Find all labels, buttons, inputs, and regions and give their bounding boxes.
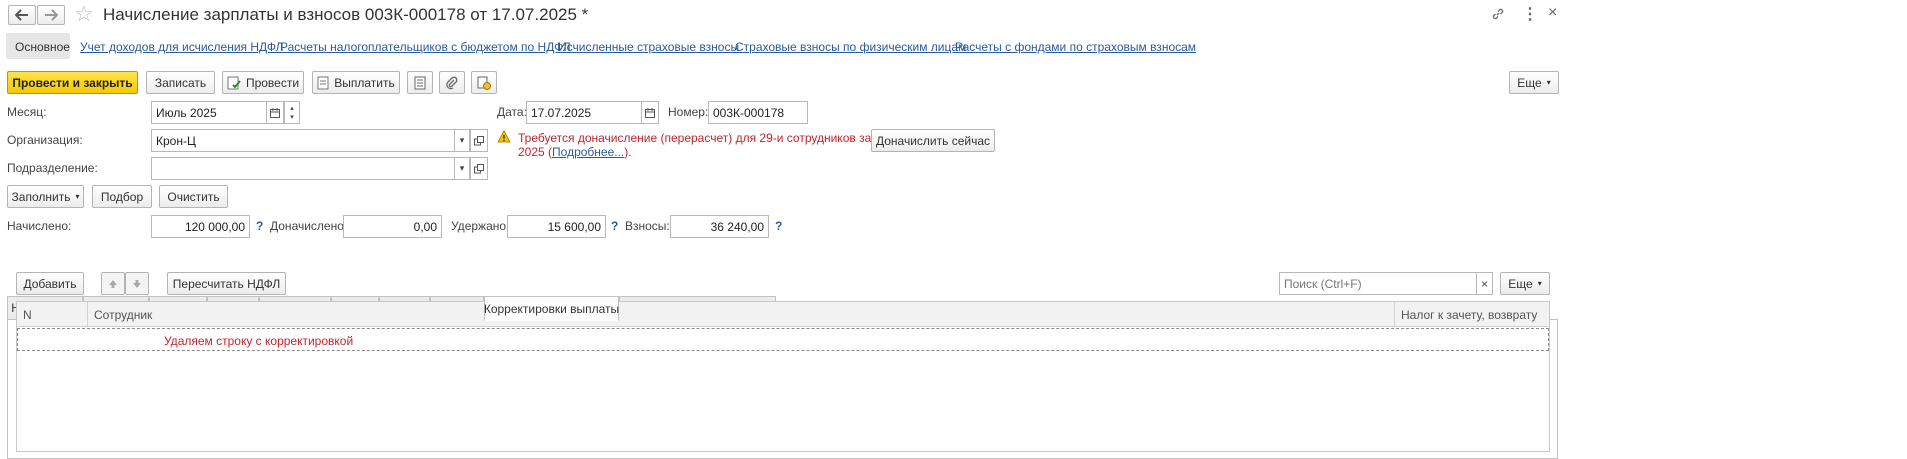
open-form-icon [474,135,484,145]
report-button[interactable] [407,71,433,94]
warning-icon [497,129,511,146]
report-icon [414,76,426,89]
back-button[interactable] [8,5,36,25]
forward-button[interactable] [37,5,65,25]
chevron-down-icon: ▾ [1537,279,1542,288]
accrued-label: Начислено: [7,219,72,233]
favorite-star-icon[interactable]: ☆ [74,3,94,25]
panel-more-label: Еще [1508,276,1533,291]
warning-details-link[interactable]: Подробнее... [552,145,624,159]
structure-button[interactable] [471,71,497,94]
pay-button[interactable]: Выплатить [312,71,400,94]
close-icon[interactable]: × [1548,4,1557,22]
attach-button[interactable] [439,71,465,94]
post-document-icon [227,76,241,89]
search-input[interactable] [1279,272,1477,295]
withheld-value: 15 600,00 [507,215,606,238]
column-header-number[interactable]: N [23,308,32,322]
date-calendar-button[interactable] [641,101,659,124]
nav-link-ndfl-income[interactable]: Учет доходов для исчисления НДФЛ [80,40,284,54]
more-button-label: Еще [1517,75,1542,90]
table-header-sep-2 [1394,302,1395,326]
chevron-down-icon: ▾ [75,192,80,201]
kebab-menu-icon[interactable]: ⋮ [1522,4,1538,24]
organization-dropdown-button[interactable]: ▾ [454,129,470,152]
department-field[interactable] [151,157,455,180]
month-label: Месяц: [7,105,47,119]
chevron-down-icon[interactable]: ▾ [290,113,294,122]
number-field[interactable]: 003К-000178 [708,101,808,124]
arrow-down-icon [133,279,141,288]
page-title: Начисление зарплаты и взносов 003К-00017… [103,5,589,24]
department-label: Подразделение: [7,161,98,175]
column-header-tax-refund[interactable]: Налог к зачету, возврату [1401,308,1537,322]
arrow-left-icon [15,9,28,21]
panel-more-button[interactable]: Еще ▾ [1500,272,1550,295]
post-button-label: Провести [245,75,300,90]
table-header [17,302,1549,327]
warning-text-line1: Требуется доначисление (перерасчет) для … [518,131,906,145]
month-calendar-button[interactable] [266,101,284,124]
chevron-down-icon: ▾ [1546,78,1551,87]
link-icon[interactable] [1490,6,1506,25]
save-button[interactable]: Записать [146,71,215,94]
recalculate-ndfl-button[interactable]: Пересчитать НДФЛ [167,272,286,295]
row-annotation: Удаляем строку с корректировкой [164,334,354,348]
contributions-label: Взносы: [625,219,670,233]
nav-link-contributions-by-person[interactable]: Страховые взносы по физическим лицам [735,40,966,54]
move-up-button[interactable] [101,272,125,295]
tab-payment-corrections[interactable]: Корректировки выплаты [484,296,619,321]
search-clear-button[interactable]: × [1476,272,1493,295]
warning-message: Требуется доначисление (перерасчет) для … [518,131,905,159]
organization-label: Организация: [7,133,83,147]
warning-text-line2: 2025 (Подробнее...). [518,145,905,159]
select-button[interactable]: Подбор [92,185,152,208]
warning-text-end: ). [624,145,632,159]
paperclip-icon [446,76,458,89]
accrued-value: 120 000,00 [151,215,250,238]
column-header-employee[interactable]: Сотрудник [94,308,152,322]
department-open-button[interactable] [470,157,488,180]
withheld-help-icon[interactable]: ? [611,219,618,233]
arrow-right-icon [45,9,58,21]
organization-open-button[interactable] [470,129,488,152]
recalculate-now-button[interactable]: Доначислить сейчас [871,129,995,152]
nav-link-fund-settlements[interactable]: Расчеты с фондами по страховым взносам [955,40,1196,54]
department-dropdown-button[interactable]: ▾ [454,157,470,180]
month-field[interactable]: Июль 2025 [151,101,267,124]
clear-button[interactable]: Очистить [159,185,228,208]
post-and-close-button[interactable]: Провести и закрыть [7,71,138,94]
add-row-button[interactable]: Добавить [16,272,84,295]
additional-accrued-label: Доначислено: [270,219,348,233]
accrued-help-icon[interactable]: ? [256,219,263,233]
warning-text-year: 2025 ( [518,145,553,159]
table-header-sep-1 [87,302,88,326]
pay-button-label: Выплатить [334,75,395,90]
organization-field[interactable]: Крон-Ц [151,129,455,152]
contributions-value: 36 240,00 [670,215,769,238]
calendar-icon [270,107,280,118]
arrow-up-icon [109,279,117,288]
chevron-up-icon[interactable]: ▴ [290,104,294,113]
date-field[interactable]: 17.07.2025 [526,101,642,124]
fill-button-label: Заполнить [11,189,71,204]
close-icon: × [1480,276,1488,291]
document-structure-icon [477,76,491,90]
number-label: Номер: [668,105,709,119]
nav-tab-main-label: Основное [15,40,70,54]
fill-button[interactable]: Заполнить ▾ [7,185,84,208]
contributions-help-icon[interactable]: ? [775,219,782,233]
month-stepper[interactable]: ▴ ▾ [284,101,300,124]
nav-link-ndfl-budget[interactable]: Расчеты налогоплательщиков с бюджетом по… [280,40,571,54]
calendar-icon [645,107,655,118]
withheld-label: Удержано: [451,219,510,233]
pay-document-icon [317,76,329,89]
nav-link-calculated-contributions[interactable]: Исчисленные страховые взносы [558,40,739,54]
date-label: Дата: [497,105,527,119]
move-down-button[interactable] [125,272,149,295]
post-button[interactable]: Провести [222,71,304,94]
open-form-icon [474,163,484,173]
additional-accrued-value: 0,00 [343,215,442,238]
more-button[interactable]: Еще ▾ [1509,71,1559,94]
